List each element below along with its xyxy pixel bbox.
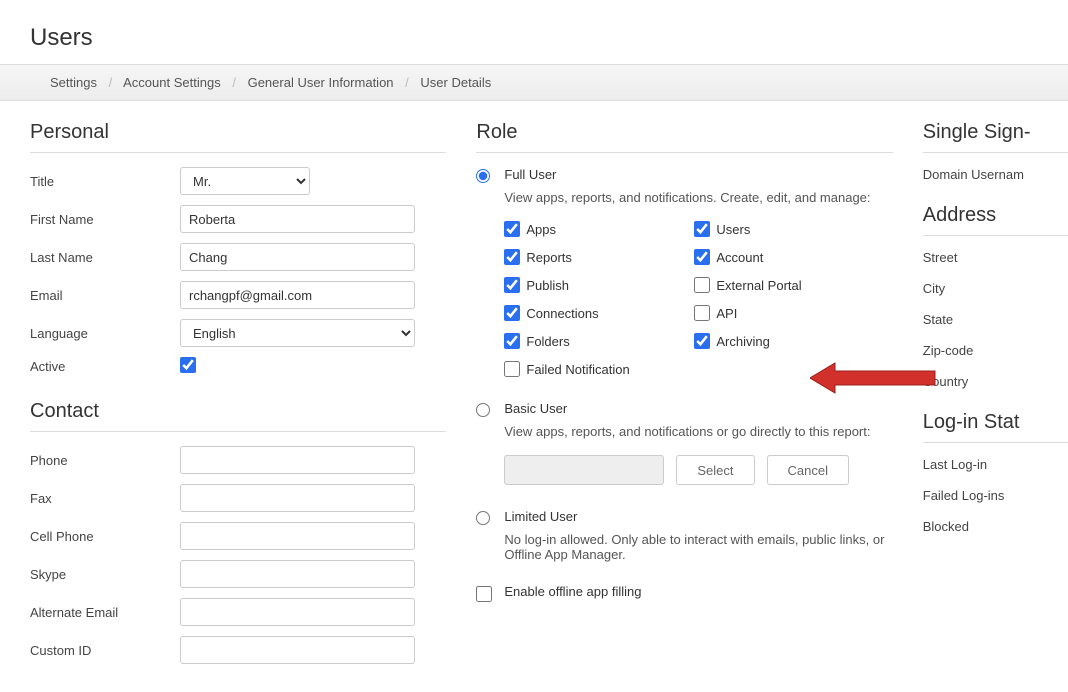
email-input[interactable]	[180, 281, 415, 309]
blocked-label: Blocked	[923, 519, 1068, 534]
perm-connections-checkbox[interactable]	[504, 305, 520, 321]
select-button[interactable]: Select	[676, 455, 754, 485]
cell-phone-input[interactable]	[180, 522, 415, 550]
zip-label: Zip-code	[923, 343, 1068, 358]
perm-folders-checkbox[interactable]	[504, 333, 520, 349]
custom-id-label: Custom ID	[30, 643, 180, 658]
perm-account-label: Account	[716, 250, 763, 265]
offline-checkbox[interactable]	[476, 586, 492, 602]
perm-archiving-label: Archiving	[716, 334, 769, 349]
breadcrumb-sep: /	[109, 75, 113, 90]
fax-label: Fax	[30, 491, 180, 506]
first-name-input[interactable]	[180, 205, 415, 233]
perm-folders-label: Folders	[526, 334, 569, 349]
fax-input[interactable]	[180, 484, 415, 512]
contact-heading: Contact	[30, 400, 446, 432]
alt-email-input[interactable]	[180, 598, 415, 626]
perm-archiving-checkbox[interactable]	[694, 333, 710, 349]
title-label: Title	[30, 174, 180, 189]
active-checkbox[interactable]	[180, 357, 196, 373]
role-full-name: Full User	[504, 167, 892, 182]
role-heading: Role	[476, 121, 892, 153]
role-limited-name: Limited User	[504, 509, 892, 524]
last-name-input[interactable]	[180, 243, 415, 271]
perm-publish-label: Publish	[526, 278, 569, 293]
city-label: City	[923, 281, 1068, 296]
cancel-button[interactable]: Cancel	[767, 455, 849, 485]
page-title: Users	[0, 0, 1068, 64]
perm-reports-label: Reports	[526, 250, 572, 265]
perm-api-checkbox[interactable]	[694, 305, 710, 321]
alt-email-label: Alternate Email	[30, 605, 180, 620]
perm-external-checkbox[interactable]	[694, 277, 710, 293]
address-heading: Address	[923, 204, 1068, 236]
role-full-desc: View apps, reports, and notifications. C…	[504, 190, 892, 205]
title-select[interactable]: Mr.	[180, 167, 310, 195]
basic-report-input[interactable]	[504, 455, 664, 485]
last-name-label: Last Name	[30, 250, 180, 265]
breadcrumb-settings[interactable]: Settings	[50, 75, 97, 90]
offline-label: Enable offline app filling	[504, 584, 892, 599]
breadcrumb-sep: /	[405, 75, 409, 90]
perm-external-label: External Portal	[716, 278, 801, 293]
perm-failed-checkbox[interactable]	[504, 361, 520, 377]
skype-input[interactable]	[180, 560, 415, 588]
custom-id-input[interactable]	[180, 636, 415, 664]
last-login-label: Last Log-in	[923, 457, 1068, 472]
phone-label: Phone	[30, 453, 180, 468]
phone-input[interactable]	[180, 446, 415, 474]
perm-account-checkbox[interactable]	[694, 249, 710, 265]
language-select[interactable]: English	[180, 319, 415, 347]
email-label: Email	[30, 288, 180, 303]
failed-logins-label: Failed Log-ins	[923, 488, 1068, 503]
active-label: Active	[30, 359, 180, 374]
role-limited-radio[interactable]	[476, 511, 490, 525]
personal-heading: Personal	[30, 121, 446, 153]
breadcrumb-user-details[interactable]: User Details	[420, 75, 491, 90]
language-label: Language	[30, 326, 180, 341]
breadcrumb-general-user-info[interactable]: General User Information	[248, 75, 394, 90]
role-full-radio[interactable]	[476, 169, 490, 183]
role-limited-desc: No log-in allowed. Only able to interact…	[504, 532, 892, 562]
breadcrumb: Settings / Account Settings / General Us…	[0, 64, 1068, 101]
login-heading: Log-in Stat	[923, 411, 1068, 443]
perm-api-label: API	[716, 306, 737, 321]
domain-username-label: Domain Usernam	[923, 167, 1068, 182]
perm-failed-label: Failed Notification	[526, 362, 629, 377]
perm-users-label: Users	[716, 222, 750, 237]
breadcrumb-sep: /	[232, 75, 236, 90]
role-basic-radio[interactable]	[476, 403, 490, 417]
role-basic-name: Basic User	[504, 401, 892, 416]
perm-apps-label: Apps	[526, 222, 556, 237]
skype-label: Skype	[30, 567, 180, 582]
perm-users-checkbox[interactable]	[694, 221, 710, 237]
street-label: Street	[923, 250, 1068, 265]
role-basic-desc: View apps, reports, and notifications or…	[504, 424, 892, 439]
state-label: State	[923, 312, 1068, 327]
perm-apps-checkbox[interactable]	[504, 221, 520, 237]
cell-phone-label: Cell Phone	[30, 529, 180, 544]
perm-connections-label: Connections	[526, 306, 598, 321]
breadcrumb-account-settings[interactable]: Account Settings	[123, 75, 221, 90]
first-name-label: First Name	[30, 212, 180, 227]
country-label: Country	[923, 374, 1068, 389]
perm-publish-checkbox[interactable]	[504, 277, 520, 293]
perm-reports-checkbox[interactable]	[504, 249, 520, 265]
sso-heading: Single Sign-	[923, 121, 1068, 153]
